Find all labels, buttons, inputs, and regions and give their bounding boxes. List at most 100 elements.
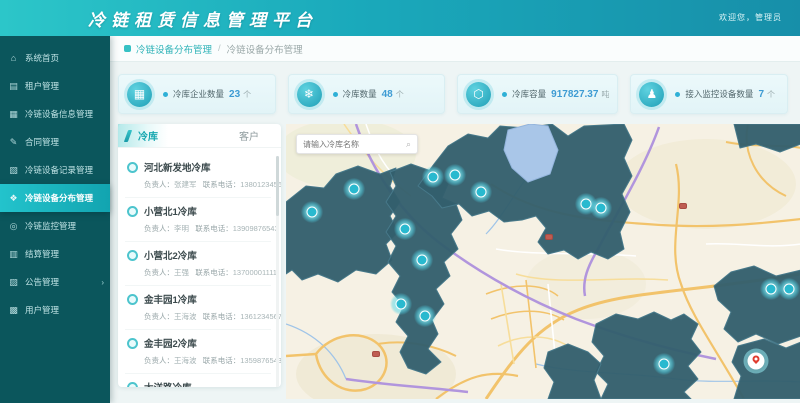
stat-label: 冷库数量 xyxy=(343,88,377,100)
storage-icon xyxy=(127,162,138,173)
menu-item-icon: ▧ xyxy=(8,165,19,176)
sidebar-menu-item[interactable]: ▥ 结算管理 › xyxy=(0,240,110,268)
map-basemap xyxy=(286,124,800,399)
stat-unit: 吨 xyxy=(601,89,609,100)
map-search-input[interactable] xyxy=(303,140,399,149)
phone-number: 13700001111 xyxy=(233,268,277,277)
storage-list[interactable]: 河北新发地冷库 负责人：张建军 联系电话：13801234567 小营北1冷库 … xyxy=(118,148,281,387)
phone-label: 联系电话： xyxy=(203,180,241,189)
stat-unit: 个 xyxy=(396,89,404,100)
menu-item-label: 合同管理 xyxy=(25,136,59,148)
stat-label: 接入监控设备数量 xyxy=(685,88,753,100)
menu-item-icon: ⌂ xyxy=(8,53,19,64)
storage-list-item[interactable]: 金丰园2冷库 负责人：王海波 联系电话：13598765432 xyxy=(125,330,271,374)
locate-pin-button[interactable] xyxy=(748,353,765,370)
app-title: 冷链租赁信息管理平台 xyxy=(88,6,318,31)
cold-storage-marker-icon[interactable] xyxy=(470,181,492,203)
breadcrumb-current: 冷链设备分布管理 xyxy=(227,42,303,56)
breadcrumb-icon xyxy=(124,45,131,52)
storage-details: 负责人：李明 联系电话：13909876543 xyxy=(144,223,269,234)
storage-list-item[interactable]: 小营北2冷库 负责人：王强 联系电话：13700001111 xyxy=(125,242,271,286)
storage-list-item[interactable]: 金丰园1冷库 负责人：王海波 联系电话：13612345678 xyxy=(125,286,271,330)
cold-storage-marker-icon[interactable] xyxy=(590,197,612,219)
cold-storage-marker-icon[interactable] xyxy=(411,249,433,271)
menu-item-icon: ▤ xyxy=(8,81,19,92)
stat-unit: 个 xyxy=(243,89,251,100)
panel-tabs: 冷库 客户 xyxy=(118,124,281,148)
stat-label: 冷库容量 xyxy=(512,88,546,100)
sidebar-menu-item[interactable]: ⌂ 系统首页 › xyxy=(0,44,110,72)
menu-item-label: 系统首页 xyxy=(25,52,59,64)
tab-cold-storage-label: 冷库 xyxy=(138,128,158,143)
menu-item-icon: ▩ xyxy=(8,305,19,316)
menu-item-label: 公告管理 xyxy=(25,276,59,288)
menu-item-label: 用户管理 xyxy=(25,304,59,316)
tab-cold-storage[interactable]: 冷库 xyxy=(118,124,168,147)
search-icon[interactable]: ⌕ xyxy=(406,139,411,150)
menu-item-icon: ▨ xyxy=(8,277,19,288)
sidebar-menu-item[interactable]: ▨ 公告管理 › xyxy=(0,268,110,296)
phone-number: 13598765432 xyxy=(240,356,281,365)
stat-value: 7 xyxy=(758,89,764,100)
menu-item-label: 冷链监控管理 xyxy=(25,220,76,232)
storage-name: 小营北1冷库 xyxy=(144,204,197,218)
storage-list-item[interactable]: 河北新发地冷库 负责人：张建军 联系电话：13801234567 xyxy=(125,154,271,198)
cold-storage-marker-icon[interactable] xyxy=(394,218,416,240)
storage-list-item[interactable]: 小营北1冷库 负责人：李明 联系电话：13909876543 xyxy=(125,198,271,242)
sidebar-menu: ⌂ 系统首页 › ▤ 租户管理 › ▦ 冷链设备信息管理 › ✎ 合同管理 › … xyxy=(0,36,110,324)
menu-item-label: 租户管理 xyxy=(25,80,59,92)
cold-storage-marker-icon[interactable] xyxy=(414,305,436,327)
menu-item-icon: ✎ xyxy=(8,137,19,148)
top-bar: 冷链租赁信息管理平台 欢迎您，管理员 xyxy=(0,0,800,36)
map-pin-icon xyxy=(751,354,761,364)
sidebar-menu-item[interactable]: ✎ 合同管理 › xyxy=(0,128,110,156)
storage-list-item[interactable]: 大洋路冷库 负责人：陈晨 联系电话：13488887777 xyxy=(125,374,271,387)
stat-card: ▦ 冷库企业数量 23 个 xyxy=(118,74,276,114)
storage-name: 河北新发地冷库 xyxy=(144,160,211,174)
sidebar: ⌂ 系统首页 › ▤ 租户管理 › ▦ 冷链设备信息管理 › ✎ 合同管理 › … xyxy=(0,36,110,403)
phone-label: 联系电话： xyxy=(195,224,233,233)
sidebar-menu-item[interactable]: ▤ 租户管理 › xyxy=(0,72,110,100)
tab-customer[interactable]: 客户 xyxy=(239,128,259,143)
phone-label: 联系电话： xyxy=(203,312,241,321)
cold-storage-marker-icon[interactable] xyxy=(444,164,466,186)
app-window: 冷链租赁信息管理平台 欢迎您，管理员 ⌂ 系统首页 › ▤ 租户管理 › ▦ 冷… xyxy=(0,0,800,403)
sidebar-menu-item[interactable]: ▩ 用户管理 › xyxy=(0,296,110,324)
stats-row: ▦ 冷库企业数量 23 个 ❄ 冷库数量 48 个 ⬡ 冷库容量 917827.… xyxy=(110,62,800,114)
menu-item-icon: ▥ xyxy=(8,249,19,260)
phone-number: 13801234567 xyxy=(240,180,281,189)
cold-storage-marker-icon[interactable] xyxy=(390,293,412,315)
menu-item-label: 冷链设备记录管理 xyxy=(25,164,93,176)
cold-storage-marker-icon[interactable] xyxy=(301,201,323,223)
stat-card: ♟ 接入监控设备数量 7 个 xyxy=(630,74,788,114)
menu-item-label: 冷链设备信息管理 xyxy=(25,108,93,120)
map-search-box[interactable]: ⌕ xyxy=(296,134,418,154)
stat-dot-icon xyxy=(675,92,680,97)
scrollbar-thumb[interactable] xyxy=(276,156,279,216)
sidebar-menu-item[interactable]: ▧ 冷链设备记录管理 › xyxy=(0,156,110,184)
map-canvas[interactable]: ⌕ xyxy=(286,124,800,399)
road-badge xyxy=(372,351,380,357)
content-row: 冷库 客户 河北新发地冷库 负责人：张建军 联系电话：13801234567 xyxy=(110,124,800,399)
owner-name: 李明 xyxy=(174,224,189,233)
user-greeting[interactable]: 欢迎您，管理员 xyxy=(719,12,782,23)
stat-value: 23 xyxy=(229,89,240,100)
capacity-icon: ⬡ xyxy=(466,82,491,107)
sidebar-menu-item[interactable]: ▦ 冷链设备信息管理 › xyxy=(0,100,110,128)
cold-storage-marker-icon[interactable] xyxy=(343,178,365,200)
device-user-icon: ♟ xyxy=(639,82,664,107)
storage-name: 金丰园2冷库 xyxy=(144,336,197,350)
menu-item-icon: ◎ xyxy=(8,221,19,232)
cold-storage-marker-icon[interactable] xyxy=(778,278,800,300)
sidebar-menu-item[interactable]: ❖ 冷链设备分布管理 › xyxy=(0,184,110,212)
menu-item-label: 结算管理 xyxy=(25,248,59,260)
storage-icon xyxy=(127,206,138,217)
sidebar-menu-item[interactable]: ◎ 冷链监控管理 › xyxy=(0,212,110,240)
main-area: 冷链设备分布管理 / 冷链设备分布管理 ▦ 冷库企业数量 23 个 ❄ 冷库数量… xyxy=(110,36,800,403)
breadcrumb-root[interactable]: 冷链设备分布管理 xyxy=(136,42,212,56)
cold-storage-marker-icon[interactable] xyxy=(422,166,444,188)
menu-item-label: 冷链设备分布管理 xyxy=(25,192,93,204)
owner-name: 王海波 xyxy=(174,356,197,365)
owner-label: 负责人： xyxy=(144,180,174,189)
cold-storage-marker-icon[interactable] xyxy=(653,353,675,375)
